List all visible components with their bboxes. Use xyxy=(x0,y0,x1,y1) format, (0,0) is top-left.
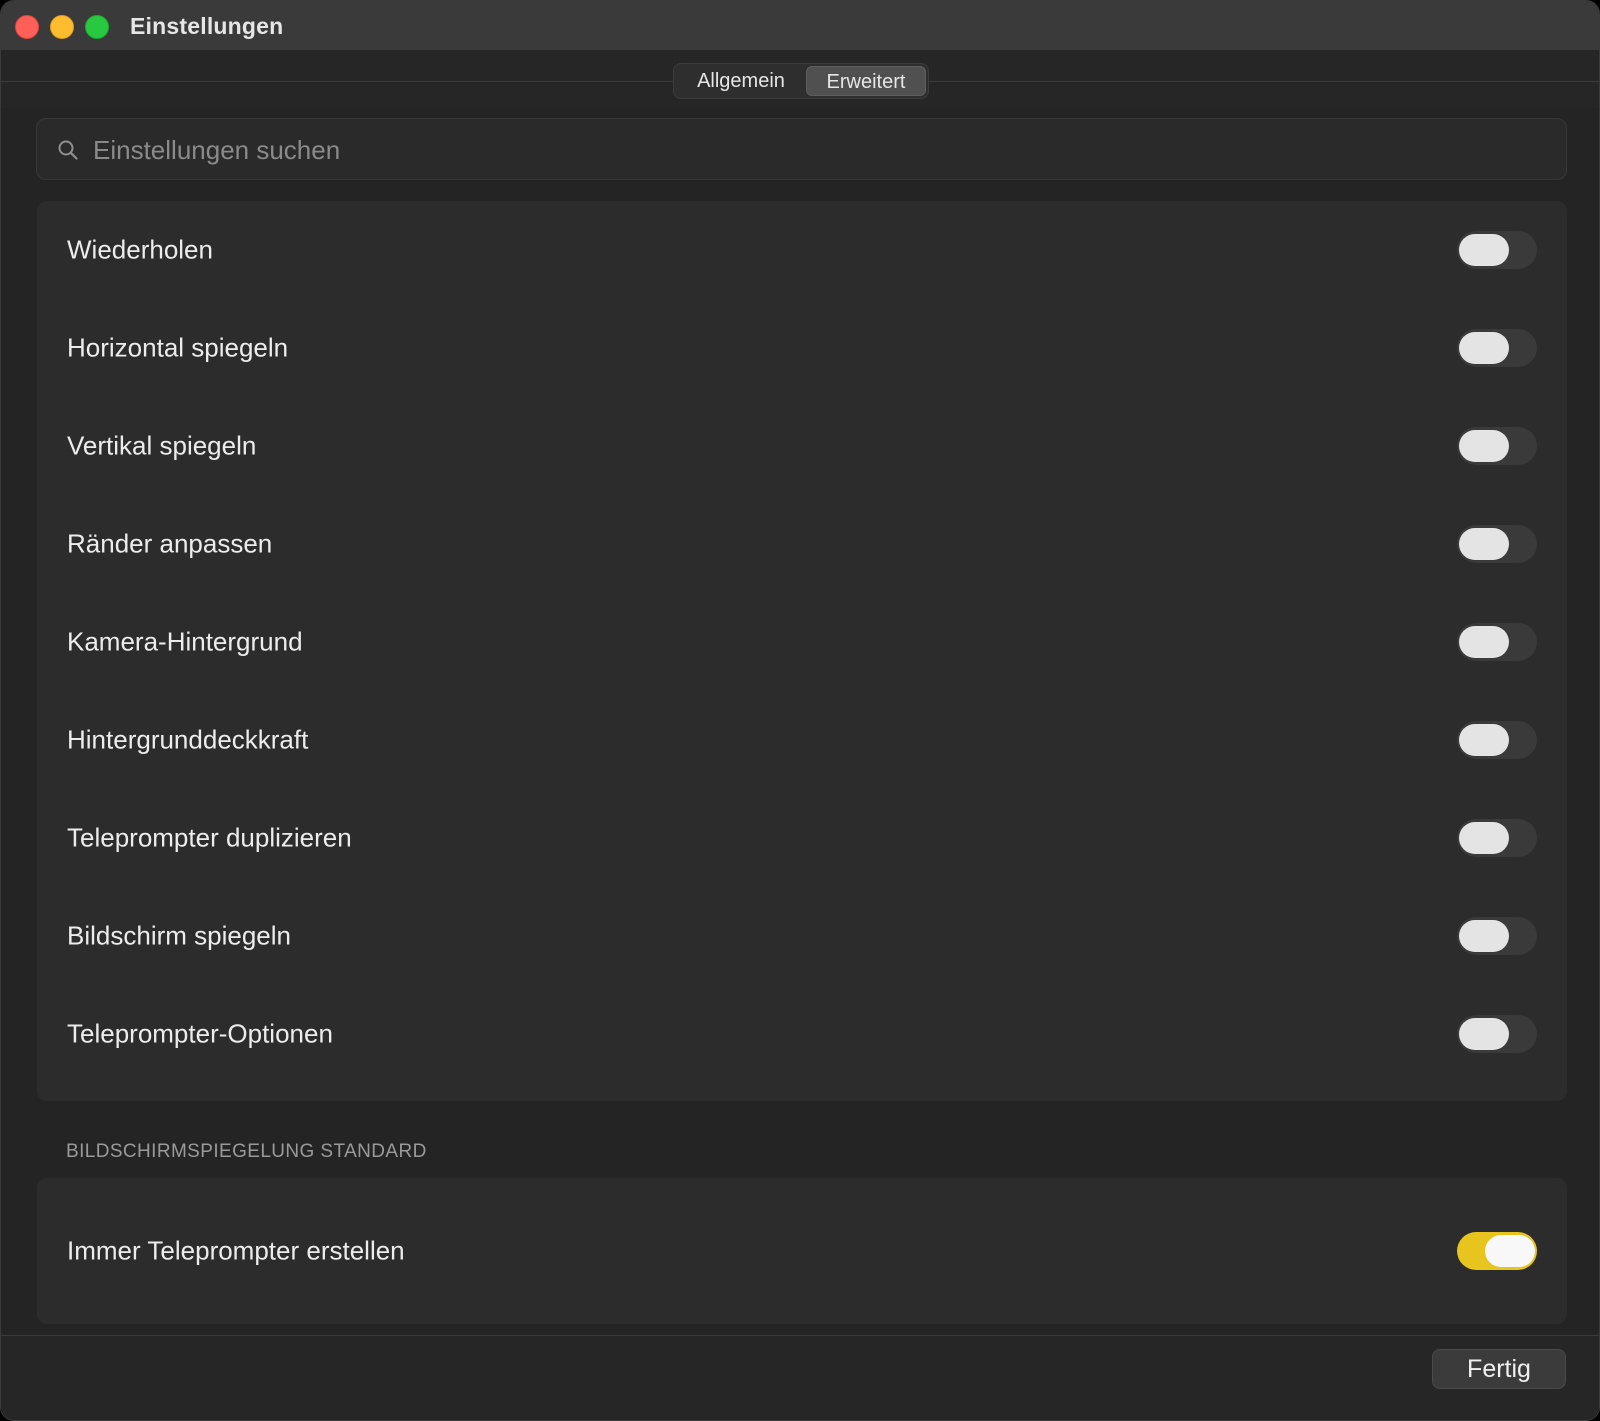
wiederholen-toggle[interactable] xyxy=(1457,231,1537,269)
setting-label: Vertikal spiegeln xyxy=(67,430,257,461)
minimize-window-button[interactable] xyxy=(50,15,74,39)
tab-segmented-control: Allgemein Erweitert xyxy=(673,63,929,99)
setting-label: Wiederholen xyxy=(67,234,213,265)
raender-anpassen-toggle[interactable] xyxy=(1457,525,1537,563)
teleprompter-optionen-toggle[interactable] xyxy=(1457,1015,1537,1053)
horizontal-spiegeln-toggle[interactable] xyxy=(1457,329,1537,367)
vertikal-spiegeln-toggle[interactable] xyxy=(1457,427,1537,465)
setting-label: Teleprompter duplizieren xyxy=(67,822,352,853)
bildschirm-spiegeln-toggle[interactable] xyxy=(1457,917,1537,955)
zoom-window-button[interactable] xyxy=(85,15,109,39)
toggle-knob xyxy=(1459,1018,1509,1050)
toggle-knob xyxy=(1459,626,1509,658)
setting-label: Horizontal spiegeln xyxy=(67,332,289,363)
tab-allgemein[interactable]: Allgemein xyxy=(676,66,806,96)
title-bar[interactable]: Einstellungen xyxy=(1,1,1599,51)
mirroring-settings-group: Immer Teleprompter erstellen xyxy=(37,1178,1567,1324)
setting-row-immer-teleprompter-erstellen: Immer Teleprompter erstellen xyxy=(37,1202,1567,1300)
done-button[interactable]: Fertig xyxy=(1432,1349,1566,1389)
toggle-knob xyxy=(1485,1235,1535,1267)
hintergrunddeckkraft-toggle[interactable] xyxy=(1457,721,1537,759)
setting-label: Bildschirm spiegeln xyxy=(67,920,291,951)
setting-row-teleprompter-optionen: Teleprompter-Optionen xyxy=(37,985,1567,1083)
settings-window: Einstellungen Allgemein Erweitert Einste… xyxy=(0,0,1600,1421)
toggle-knob xyxy=(1459,724,1509,756)
toggle-knob xyxy=(1459,920,1509,952)
teleprompter-duplizieren-toggle[interactable] xyxy=(1457,819,1537,857)
setting-row-raender-anpassen: Ränder anpassen xyxy=(37,495,1567,593)
toggle-knob xyxy=(1459,528,1509,560)
kamera-hintergrund-toggle[interactable] xyxy=(1457,623,1537,661)
setting-row-kamera-hintergrund: Kamera-Hintergrund xyxy=(37,593,1567,691)
immer-teleprompter-erstellen-toggle[interactable] xyxy=(1457,1232,1537,1270)
setting-label: Teleprompter-Optionen xyxy=(67,1018,333,1049)
setting-row-hintergrunddeckkraft: Hintergrunddeckkraft xyxy=(37,691,1567,789)
toggle-knob xyxy=(1459,822,1509,854)
window-title: Einstellungen xyxy=(130,13,284,39)
toggle-knob xyxy=(1459,430,1509,462)
setting-label: Immer Teleprompter erstellen xyxy=(67,1235,405,1266)
toggle-knob xyxy=(1459,332,1509,364)
setting-label: Hintergrunddeckkraft xyxy=(67,724,309,755)
setting-row-wiederholen: Wiederholen xyxy=(37,201,1567,299)
footer-bar xyxy=(1,1336,1599,1420)
setting-row-teleprompter-duplizieren: Teleprompter duplizieren xyxy=(37,789,1567,887)
close-window-button[interactable] xyxy=(15,15,39,39)
settings-group: Wiederholen Horizontal spiegeln Vertikal… xyxy=(37,201,1567,1101)
setting-label: Kamera-Hintergrund xyxy=(67,626,303,657)
search-placeholder: Einstellungen suchen xyxy=(93,135,341,165)
setting-row-horizontal-spiegeln: Horizontal spiegeln xyxy=(37,299,1567,397)
section-header-bildschirmspiegelung: BILDSCHIRMSPIEGELUNG STANDARD xyxy=(66,1141,427,1162)
search-icon xyxy=(58,140,78,160)
tab-erweitert[interactable]: Erweitert xyxy=(806,66,926,96)
search-input[interactable]: Einstellungen suchen xyxy=(36,118,1567,180)
setting-row-bildschirm-spiegeln: Bildschirm spiegeln xyxy=(37,887,1567,985)
setting-label: Ränder anpassen xyxy=(67,528,273,559)
setting-row-vertikal-spiegeln: Vertikal spiegeln xyxy=(37,397,1567,495)
toggle-knob xyxy=(1459,234,1509,266)
